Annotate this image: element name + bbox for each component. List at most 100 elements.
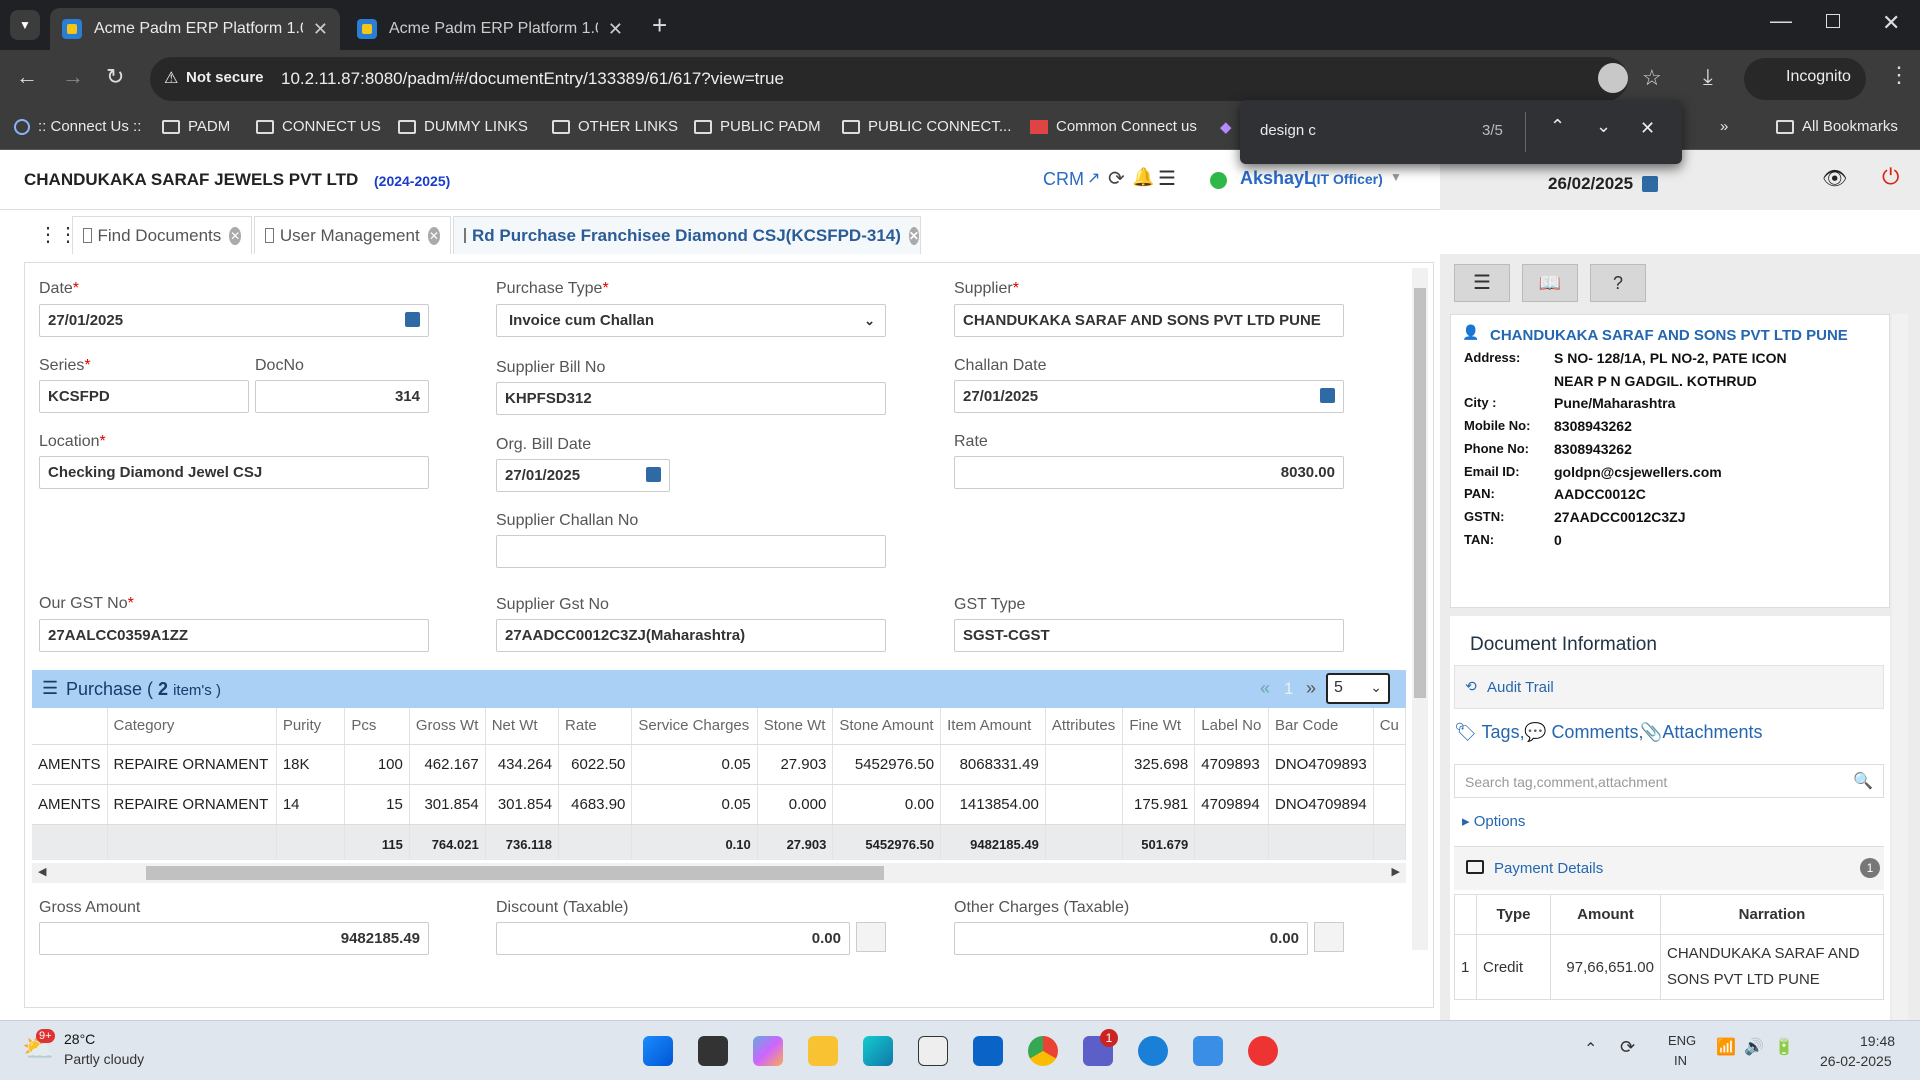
payment-details-link[interactable]: Payment Details [1494, 860, 1603, 877]
bookmark-connect-us[interactable]: :: Connect Us :: [14, 118, 141, 135]
tab-find-documents[interactable]: Find Documents ✕ [72, 216, 252, 254]
url-bar[interactable]: ⚠ Not secure 10.2.11.87:8080/padm/#/docu… [150, 57, 1662, 101]
gst-type-input[interactable]: SGST-CGST [954, 619, 1344, 652]
maximize-button[interactable] [1826, 14, 1840, 28]
calendar-icon[interactable] [1320, 388, 1335, 403]
grid-col-header[interactable]: Bar Code [1268, 708, 1374, 745]
options-link[interactable]: ▸ Options [1462, 812, 1525, 830]
refresh-icon[interactable]: ⟳ [1108, 166, 1125, 191]
tab-search-button[interactable]: ▼ [10, 10, 40, 40]
docno-input[interactable]: 314 [255, 380, 429, 413]
calendar-icon[interactable] [405, 312, 420, 327]
new-tab-button[interactable]: + [652, 10, 667, 41]
find-prev-icon[interactable]: ⌃ [1550, 116, 1565, 137]
grid-col-header[interactable]: Net Wt [485, 708, 560, 745]
more-bookmarks-icon[interactable]: » [1720, 118, 1728, 135]
sync-icon[interactable]: ⟳ [1620, 1037, 1635, 1058]
lang-eng[interactable]: ENG [1668, 1033, 1696, 1048]
start-icon[interactable] [643, 1036, 673, 1066]
tab-user-management[interactable]: User Management ✕ [254, 216, 451, 254]
scroll-right-icon[interactable]: ▶ [1392, 865, 1400, 878]
incognito-badge[interactable]: Incognito [1744, 58, 1866, 100]
lens-icon[interactable] [1598, 63, 1628, 93]
rate-input[interactable]: 8030.00 [954, 456, 1344, 489]
scroll-left-icon[interactable]: ◀ [38, 865, 46, 878]
edit-discount-button[interactable] [856, 922, 886, 952]
grid-col-header[interactable]: Fine Wt [1122, 708, 1196, 745]
grid-col-header[interactable]: Pcs [344, 708, 410, 745]
audit-trail-row[interactable]: ⟲ Audit Trail [1454, 665, 1884, 709]
challan-date-input[interactable]: 27/01/2025 [954, 380, 1344, 413]
supplier-card-name[interactable]: CHANDUKAKA SARAF AND SONS PVT LTD PUNE [1490, 327, 1848, 344]
tab-rd-purchase-active[interactable]: Rd Purchase Franchisee Diamond CSJ(KCSFP… [453, 216, 921, 254]
other-charges-input[interactable]: 0.00 [954, 922, 1308, 955]
wps-icon[interactable] [1248, 1036, 1278, 1066]
attachments-link[interactable]: 📎Attachments [1640, 722, 1762, 743]
find-input[interactable]: design c [1260, 122, 1316, 139]
vnc-icon[interactable] [918, 1036, 948, 1066]
tags-link[interactable]: 🏷 Tags, [1454, 722, 1525, 743]
purchase-type-select[interactable]: Invoice cum Challan ⌄ [496, 304, 886, 337]
our-gst-input[interactable]: 27AALCC0359A1ZZ [39, 619, 429, 652]
calendar-icon[interactable] [646, 467, 661, 482]
close-window-button[interactable]: ✕ [1882, 10, 1900, 36]
bookmark-common-connect[interactable]: Common Connect us [1030, 118, 1197, 135]
audit-trail-link[interactable]: Audit Trail [1487, 679, 1554, 696]
wifi-icon[interactable]: 📶 [1716, 1037, 1736, 1057]
series-input[interactable]: KCSFPD [39, 380, 249, 413]
close-tab-icon[interactable]: ✕ [908, 226, 919, 245]
payment-details-row[interactable]: Payment Details 1 [1454, 846, 1884, 890]
outlook-icon[interactable] [973, 1036, 1003, 1066]
grid-col-header[interactable]: Stone Amount [832, 708, 942, 745]
right-panel-scrollbar[interactable] [1892, 314, 1908, 1020]
discount-input[interactable]: 0.00 [496, 922, 850, 955]
notes-tab-button[interactable]: 📖 [1522, 264, 1578, 302]
scrollbar-thumb[interactable] [1414, 288, 1426, 698]
comments-link[interactable]: 💬 Comments, [1524, 722, 1643, 743]
horizontal-scrollbar[interactable]: ◀ ▶ [32, 863, 1406, 883]
clock-date[interactable]: 26-02-2025 [1820, 1053, 1892, 1069]
supplier-gst-input[interactable]: 27AADCC0012C3ZJ(Maharashtra) [496, 619, 886, 652]
bookmark-folder-public-padm[interactable]: PUBLIC PADM [694, 118, 821, 135]
forward-icon[interactable]: → [62, 64, 84, 90]
grid-col-header[interactable] [32, 708, 108, 745]
scrollbar-thumb[interactable] [146, 866, 884, 880]
chrome-icon[interactable] [1028, 1036, 1058, 1066]
clock-time[interactable]: 19:48 [1860, 1033, 1895, 1049]
list-icon[interactable]: ☰ [1158, 166, 1176, 191]
next-page-icon[interactable]: » [1306, 678, 1316, 699]
page-number[interactable]: 1 [1284, 679, 1293, 699]
org-bill-date-input[interactable]: 27/01/2025 [496, 459, 670, 492]
bookmark-folder-public-connect[interactable]: PUBLIC CONNECT... [842, 118, 1011, 135]
location-input[interactable]: Checking Diamond Jewel CSJ [39, 456, 429, 489]
grid-col-header[interactable]: Label No [1194, 708, 1269, 745]
grid-col-header[interactable]: Rate [558, 708, 633, 745]
find-close-icon[interactable]: ✕ [1640, 118, 1655, 139]
task-view-icon[interactable] [698, 1036, 728, 1066]
chevron-up-icon[interactable]: ⌃ [1584, 1039, 1597, 1059]
bookmark-folder-other-links[interactable]: OTHER LINKS [552, 118, 678, 135]
back-icon[interactable]: ← [16, 64, 38, 90]
gross-amount-input[interactable]: 9482185.49 [39, 922, 429, 955]
supplier-input[interactable]: CHANDUKAKA SARAF AND SONS PVT LTD PUNE [954, 304, 1344, 337]
bookmark-diamond-icon[interactable]: ◆ [1220, 118, 1232, 136]
grid-col-header[interactable]: Stone Wt [757, 708, 834, 745]
find-next-icon[interactable]: ⌄ [1596, 116, 1611, 137]
grid-col-header[interactable]: Cu [1373, 708, 1406, 745]
grid-col-header[interactable]: Attributes [1045, 708, 1124, 745]
volume-icon[interactable]: 🔊 [1744, 1037, 1764, 1057]
copilot-icon[interactable] [753, 1036, 783, 1066]
page-size-select[interactable]: 5 ⌄ [1326, 673, 1390, 704]
bookmark-folder-dummy-links[interactable]: DUMMY LINKS [398, 118, 528, 135]
browser-tab[interactable]: Acme Padm ERP Platform 1.00 2 ✕ [345, 8, 635, 50]
browser-tab-active[interactable]: Acme Padm ERP Platform 1.00 2 ✕ [50, 8, 340, 50]
table-row[interactable]: AMENTS REPAIRE ORNAMENT 14 15 301.854 301.854… [32, 784, 1406, 825]
supplier-challan-input[interactable] [496, 535, 886, 568]
chevron-down-icon[interactable]: ▼ [1390, 170, 1402, 184]
bookmark-folder-connect-us[interactable]: CONNECT US [256, 118, 381, 135]
close-tab-icon[interactable]: ✕ [229, 226, 241, 245]
close-tab-icon[interactable]: ✕ [313, 19, 328, 40]
menu-icon[interactable]: ⋮ [1888, 62, 1910, 88]
edit-other-charges-button[interactable] [1314, 922, 1344, 952]
bell-icon[interactable]: 🔔 [1132, 167, 1154, 188]
